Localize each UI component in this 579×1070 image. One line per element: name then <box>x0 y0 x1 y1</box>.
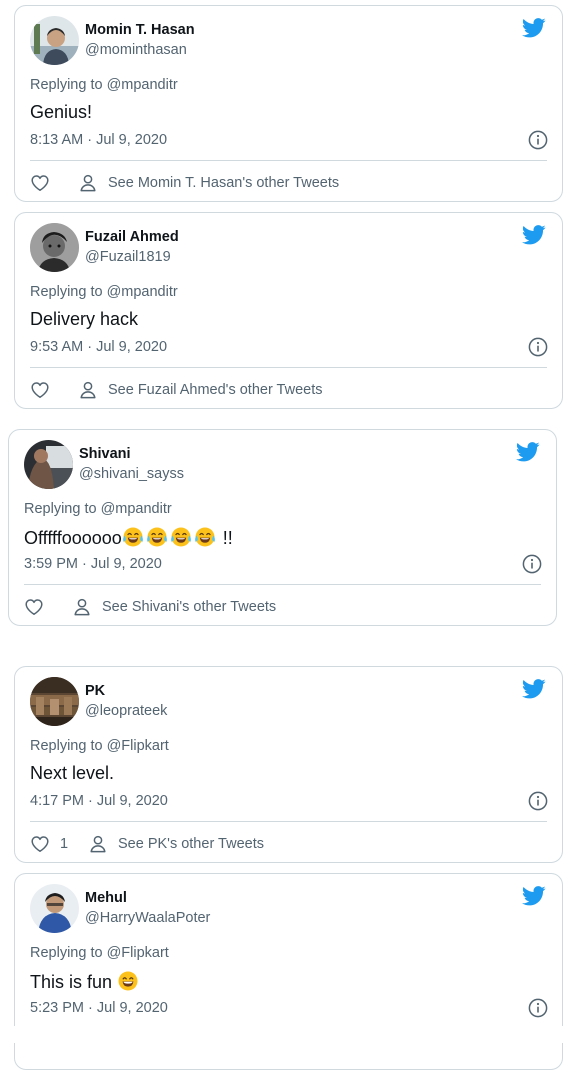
person-outline-icon[interactable] <box>78 380 98 400</box>
twitter-bird-icon[interactable] <box>516 442 540 462</box>
tears-of-joy-emoji <box>194 526 216 548</box>
timestamp[interactable]: 4:17 PM · Jul 9, 2020 <box>30 793 168 809</box>
tweet-text-content: Delivery hack <box>30 309 139 329</box>
twitter-bird-icon[interactable] <box>522 679 546 699</box>
tweet-text-content: Next level. <box>30 763 115 783</box>
heart-outline-icon[interactable] <box>30 834 50 854</box>
replying-to[interactable]: Replying to @Flipkart <box>30 738 169 754</box>
heart-outline-icon[interactable] <box>24 597 44 617</box>
tweet-card[interactable]: Momin T. Hasan @mominthasan Replying to … <box>14 5 563 202</box>
twitter-bird-icon[interactable] <box>522 886 546 906</box>
author-handle[interactable]: @HarryWaalaPoter <box>85 910 210 926</box>
person-outline-icon[interactable] <box>78 173 98 193</box>
tweet-text: Delivery hack <box>30 309 138 330</box>
twitter-bird-icon[interactable] <box>522 18 546 38</box>
grinning-emoji <box>117 970 139 992</box>
timestamp[interactable]: 8:13 AM · Jul 9, 2020 <box>30 132 167 148</box>
tweet-actions: See Fuzail Ahmed's other Tweets <box>30 379 322 401</box>
avatar[interactable] <box>30 16 79 65</box>
tweet-text: Next level. <box>30 763 114 784</box>
avatar[interactable] <box>30 677 79 726</box>
replying-to[interactable]: Replying to @Flipkart <box>30 945 169 961</box>
author-name[interactable]: Momin T. Hasan <box>85 22 195 38</box>
timestamp[interactable]: 9:53 AM · Jul 9, 2020 <box>30 339 167 355</box>
tweet-text: This is fun <box>30 970 141 993</box>
bottom-cutoff <box>0 1026 579 1043</box>
divider <box>30 160 547 161</box>
see-other-tweets-link[interactable]: See Momin T. Hasan's other Tweets <box>108 175 339 191</box>
avatar[interactable] <box>30 884 79 933</box>
divider <box>30 367 547 368</box>
author-name[interactable]: PK <box>85 683 105 699</box>
timestamp[interactable]: 3:59 PM · Jul 9, 2020 <box>24 556 162 572</box>
info-circle-icon[interactable] <box>528 337 548 357</box>
author-handle[interactable]: @Fuzail1819 <box>85 249 171 265</box>
divider <box>30 821 547 822</box>
heart-outline-icon[interactable] <box>30 173 50 193</box>
info-circle-icon[interactable] <box>528 791 548 811</box>
tweet-card[interactable]: Shivani @shivani_sayss Replying to @mpan… <box>8 429 557 626</box>
author-name[interactable]: Fuzail Ahmed <box>85 229 179 245</box>
tears-of-joy-emoji <box>170 526 192 548</box>
timestamp[interactable]: 5:23 PM · Jul 9, 2020 <box>30 1000 168 1016</box>
person-outline-icon[interactable] <box>72 597 92 617</box>
tears-of-joy-emoji <box>146 526 168 548</box>
tweet-actions: See Momin T. Hasan's other Tweets <box>30 172 339 194</box>
divider <box>24 584 541 585</box>
see-other-tweets-link[interactable]: See Shivani's other Tweets <box>102 599 276 615</box>
tweet-text: Genius! <box>30 102 92 123</box>
author-handle[interactable]: @shivani_sayss <box>79 466 184 482</box>
person-outline-icon[interactable] <box>88 834 108 854</box>
replying-to[interactable]: Replying to @mpanditr <box>24 501 172 517</box>
tweet-actions: See Shivani's other Tweets <box>24 596 276 618</box>
tweet-text-suffix: !! <box>217 528 233 548</box>
author-handle[interactable]: @mominthasan <box>85 42 187 58</box>
info-circle-icon[interactable] <box>528 130 548 150</box>
tweet-actions: 1 See PK's other Tweets <box>30 833 264 855</box>
author-name[interactable]: Shivani <box>79 446 131 462</box>
tears-of-joy-emoji <box>122 526 144 548</box>
tweet-text-content: This is fun <box>30 972 118 992</box>
avatar[interactable] <box>30 223 79 272</box>
author-handle[interactable]: @leoprateek <box>85 703 167 719</box>
info-circle-icon[interactable] <box>522 554 542 574</box>
tweet-text: Offfffoooooo !! <box>24 526 233 549</box>
tweet-card[interactable]: PK @leoprateek Replying to @Flipkart Nex… <box>14 666 563 863</box>
info-circle-icon[interactable] <box>528 998 548 1018</box>
tweet-text-content: Offfffoooooo <box>24 528 122 548</box>
like-count: 1 <box>60 836 69 852</box>
tweet-card[interactable]: Fuzail Ahmed @Fuzail1819 Replying to @mp… <box>14 212 563 409</box>
replying-to[interactable]: Replying to @mpanditr <box>30 284 178 300</box>
heart-outline-icon[interactable] <box>30 380 50 400</box>
tweet-text-content: Genius! <box>30 102 93 122</box>
avatar[interactable] <box>24 440 73 489</box>
see-other-tweets-link[interactable]: See PK's other Tweets <box>118 836 264 852</box>
author-name[interactable]: Mehul <box>85 890 127 906</box>
twitter-bird-icon[interactable] <box>522 225 546 245</box>
replying-to[interactable]: Replying to @mpanditr <box>30 77 178 93</box>
see-other-tweets-link[interactable]: See Fuzail Ahmed's other Tweets <box>108 382 322 398</box>
